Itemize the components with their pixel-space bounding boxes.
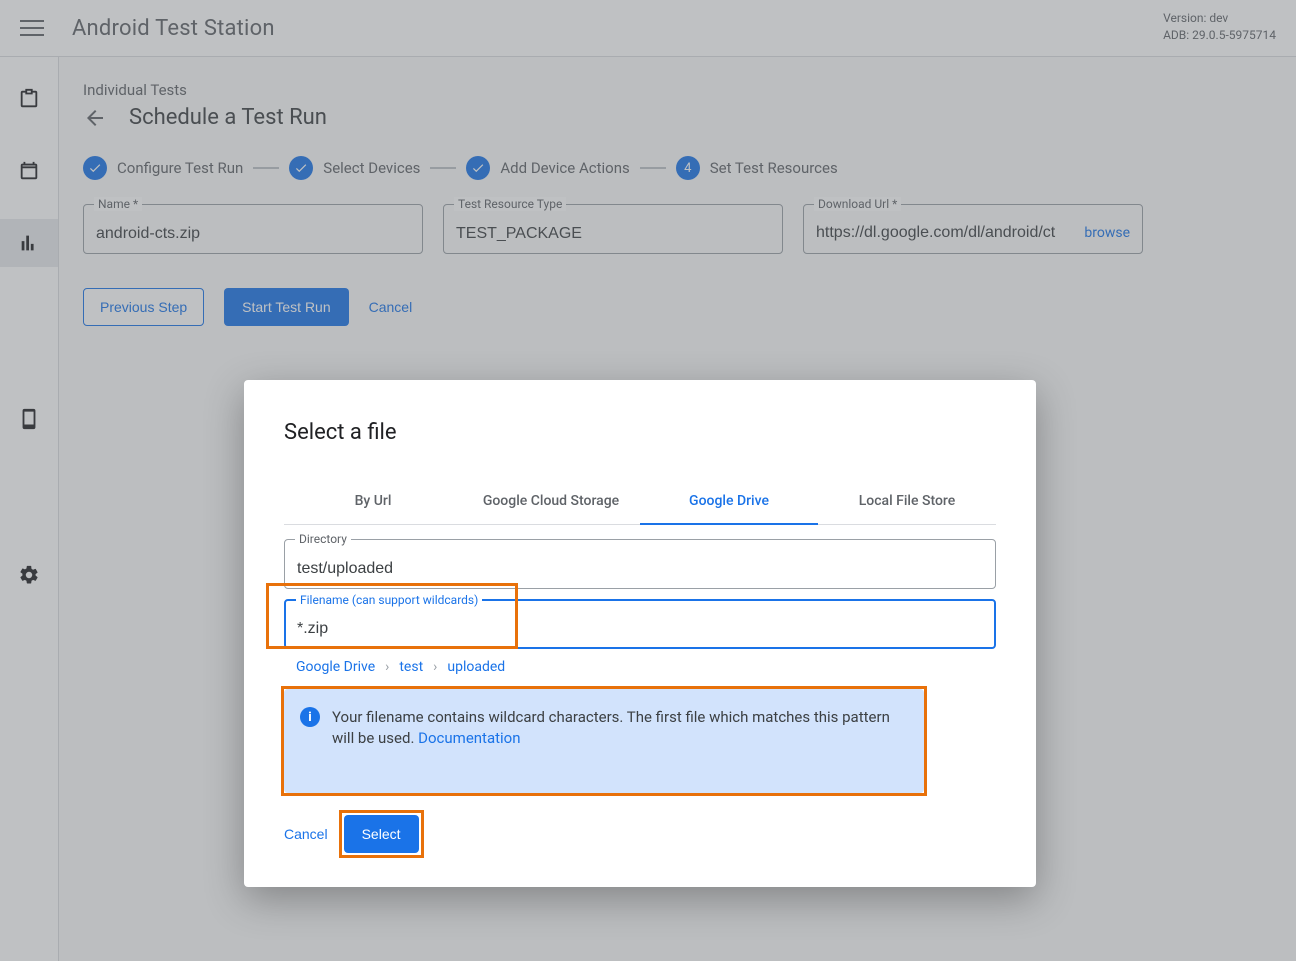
select-file-modal: Select a file By Url Google Cloud Storag… xyxy=(244,380,1036,887)
chevron-right-icon: › xyxy=(433,659,437,675)
chevron-right-icon: › xyxy=(385,659,389,675)
info-icon: i xyxy=(300,707,320,727)
modal-tabs: By Url Google Cloud Storage Google Drive… xyxy=(284,479,996,525)
crumb-uploaded[interactable]: uploaded xyxy=(447,659,505,675)
modal-cancel-button[interactable]: Cancel xyxy=(284,826,328,842)
documentation-link[interactable]: Documentation xyxy=(418,729,520,747)
tab-google-drive[interactable]: Google Drive xyxy=(640,479,818,525)
field-label: Directory xyxy=(295,532,351,546)
field-label: Filename (can support wildcards) xyxy=(296,593,482,607)
modal-title: Select a file xyxy=(284,420,996,445)
directory-breadcrumb: Google Drive › test › uploaded xyxy=(284,659,996,675)
directory-input[interactable] xyxy=(297,560,983,578)
filename-input[interactable] xyxy=(297,620,983,638)
filename-field[interactable]: Filename (can support wildcards) xyxy=(284,599,996,649)
modal-select-button[interactable]: Select xyxy=(344,815,419,853)
crumb-test[interactable]: test xyxy=(399,659,423,675)
tab-by-url[interactable]: By Url xyxy=(284,479,462,524)
crumb-root[interactable]: Google Drive xyxy=(296,659,375,675)
info-banner: i Your filename contains wildcard charac… xyxy=(284,689,924,793)
tab-local-file-store[interactable]: Local File Store xyxy=(818,479,996,524)
info-text: Your filename contains wildcard characte… xyxy=(332,707,906,749)
tab-gcs[interactable]: Google Cloud Storage xyxy=(462,479,640,524)
directory-field[interactable]: Directory xyxy=(284,539,996,589)
